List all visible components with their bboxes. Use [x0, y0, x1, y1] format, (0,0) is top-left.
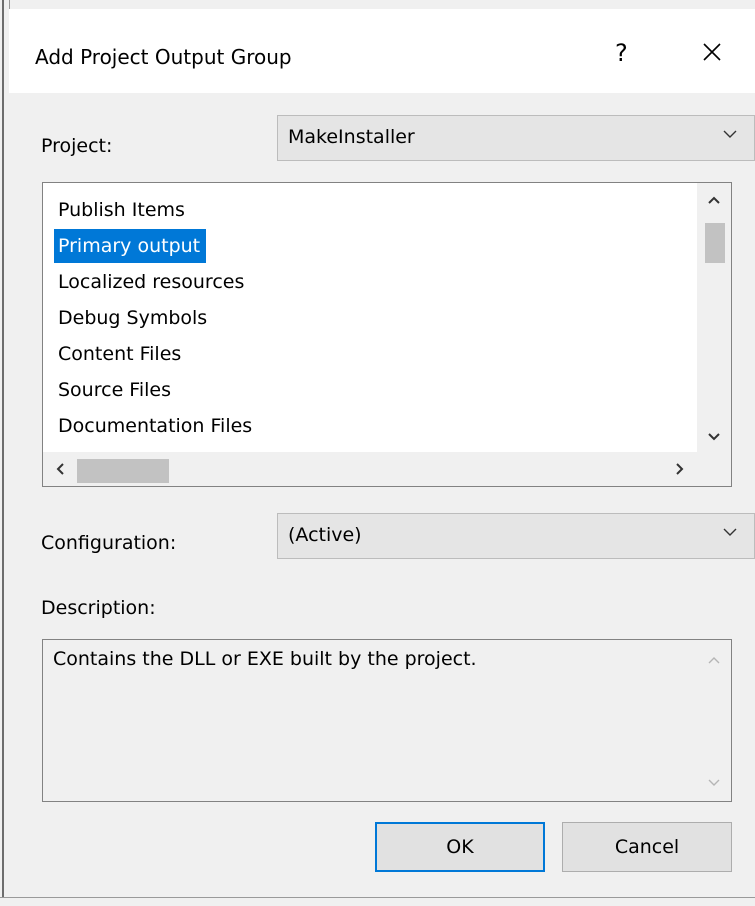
dialog-title: Add Project Output Group — [35, 45, 292, 69]
cancel-button[interactable]: Cancel — [562, 822, 732, 872]
scroll-right-button[interactable] — [663, 452, 697, 486]
description-text: Contains the DLL or EXE built by the pro… — [53, 648, 477, 670]
chevron-down-icon — [723, 528, 737, 536]
description-scrollbar — [697, 640, 731, 801]
help-button[interactable]: ? — [615, 39, 628, 67]
list-item[interactable]: Publish Items — [54, 193, 191, 227]
scrollbar-corner — [697, 452, 731, 486]
project-label: Project: — [41, 135, 113, 157]
configuration-combobox[interactable]: (Active) — [277, 513, 755, 559]
description-label: Description: — [41, 597, 156, 619]
vertical-scroll-thumb[interactable] — [705, 223, 725, 263]
description-textbox: Contains the DLL or EXE built by the pro… — [42, 639, 732, 802]
scroll-up-button[interactable] — [697, 183, 731, 217]
ok-button[interactable]: OK — [375, 822, 545, 872]
title-bar: Add Project Output Group ? — [9, 9, 755, 93]
close-button[interactable] — [695, 35, 729, 69]
close-icon — [703, 43, 721, 61]
configuration-label: Configuration: — [41, 532, 177, 554]
chevron-right-icon — [676, 463, 684, 475]
chevron-down-icon — [708, 433, 720, 441]
list-item[interactable]: Content Files — [54, 337, 187, 371]
project-combobox[interactable]: MakeInstaller — [277, 115, 755, 161]
scroll-down-button[interactable] — [697, 420, 731, 454]
configuration-value: (Active) — [288, 524, 362, 546]
chevron-up-icon — [708, 657, 720, 664]
chevron-down-icon — [723, 130, 737, 138]
horizontal-scroll-thumb[interactable] — [77, 459, 169, 483]
output-group-list[interactable]: Publish Items Primary output Localized r… — [42, 182, 732, 487]
list-item[interactable]: Localized resources — [54, 265, 250, 299]
list-item[interactable]: Primary output — [54, 229, 207, 263]
scroll-left-button[interactable] — [43, 452, 77, 486]
add-project-output-group-dialog: Add Project Output Group ? Project: Make… — [9, 9, 755, 897]
vertical-scrollbar[interactable] — [697, 183, 731, 454]
project-value: MakeInstaller — [288, 126, 415, 148]
chevron-down-icon — [708, 779, 720, 786]
window-frame-top — [0, 0, 755, 9]
chevron-up-icon — [708, 196, 720, 204]
list-item[interactable]: Documentation Files — [54, 409, 258, 443]
horizontal-scrollbar[interactable] — [43, 452, 697, 486]
list-clip: Documentation Files — [43, 409, 697, 453]
list-item[interactable]: Debug Symbols — [54, 301, 213, 335]
chevron-left-icon — [56, 463, 64, 475]
list-item[interactable]: Source Files — [54, 373, 177, 407]
